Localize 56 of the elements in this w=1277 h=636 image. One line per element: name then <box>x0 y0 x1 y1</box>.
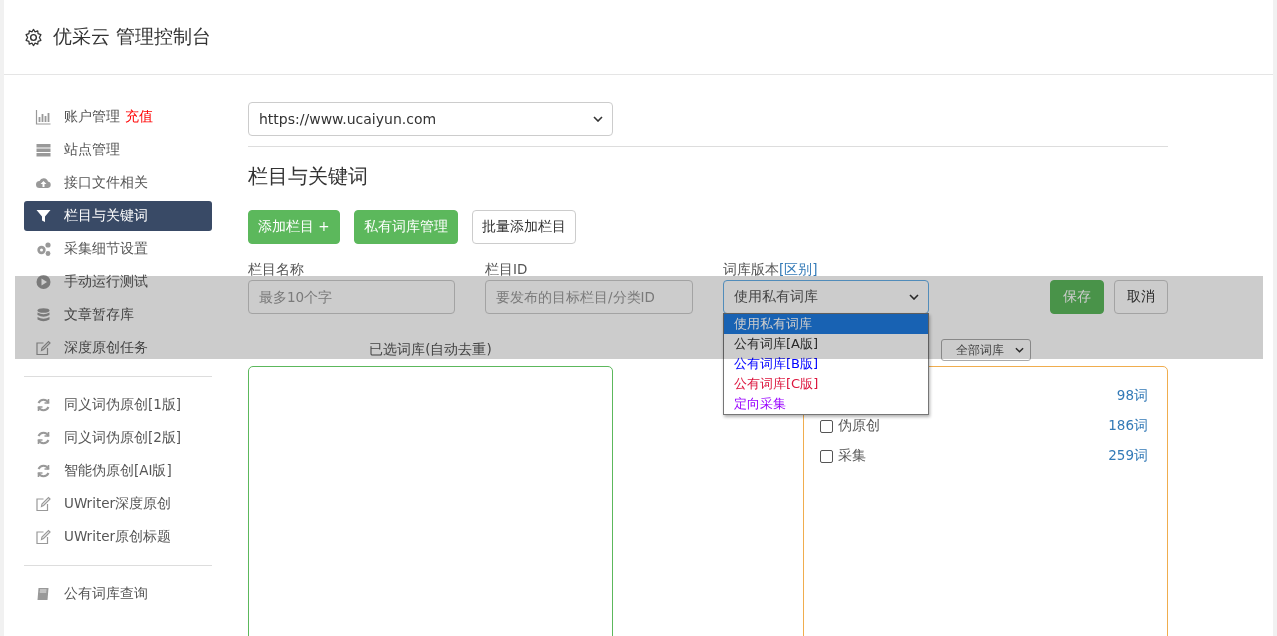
filter-icon <box>35 208 52 224</box>
word-count: 259词 <box>1108 447 1148 465</box>
input-field[interactable]: 要发布的目标栏目/分类ID <box>485 280 693 314</box>
sidebar-item[interactable]: 智能伪原创[AI版] <box>24 456 212 486</box>
edit-icon <box>35 340 52 356</box>
field-label: 栏目名称 <box>248 261 305 277</box>
recharge-link[interactable]: 充值 <box>125 108 153 126</box>
database-icon <box>35 307 52 323</box>
cloud-upload-icon <box>35 175 52 191</box>
sidebar-item[interactable]: 接口文件相关 <box>24 168 212 198</box>
action-button[interactable]: 批量添加栏目 <box>471 210 576 244</box>
sidebar-item[interactable]: 栏目与关键词 <box>24 201 212 231</box>
library-name: 伪原创 <box>838 417 880 435</box>
refresh-icon <box>35 463 52 479</box>
sidebar-item[interactable]: 采集细节设置 <box>24 234 212 264</box>
sidebar-item[interactable]: 同义词伪原创[2版] <box>24 423 212 453</box>
dropdown-option[interactable]: 定向采集 <box>724 394 928 414</box>
chevron-down-icon <box>593 116 603 122</box>
sidebar-item[interactable]: 深度原创任务 <box>24 333 212 363</box>
sidebar-item[interactable]: UWriter深度原创 <box>24 489 212 519</box>
field-label: 词库版本 <box>723 261 779 277</box>
word-count: 98词 <box>1116 387 1148 405</box>
settings-icon <box>24 27 43 47</box>
site-select[interactable]: https://www.ucaiyun.com <box>248 102 613 136</box>
sidebar-item[interactable]: 文章暂存库 <box>24 300 212 330</box>
chevron-down-icon <box>909 294 919 300</box>
app-title: 优采云 管理控制台 <box>53 24 212 49</box>
sidebar-item[interactable]: 手动运行测试 <box>24 267 212 297</box>
dropdown-option[interactable]: 使用私有词库 <box>724 314 928 334</box>
refresh-icon <box>35 397 52 413</box>
field-label: 栏目ID <box>485 261 529 277</box>
checkbox[interactable] <box>820 449 833 463</box>
bar-chart-icon <box>35 109 52 125</box>
sidebar-item[interactable]: 站点管理 <box>24 135 212 165</box>
input-field[interactable]: 最多10个字 <box>248 280 455 314</box>
play-icon <box>35 274 52 290</box>
chevron-down-icon <box>1015 347 1024 353</box>
dropdown-option[interactable]: 公有词库[B版] <box>724 354 928 374</box>
server-icon <box>35 142 52 158</box>
sidebar-item[interactable]: 同义词伪原创[1版] <box>24 390 212 420</box>
edit-icon <box>35 496 52 512</box>
dropdown-option[interactable]: 公有词库[C版] <box>724 374 928 394</box>
sidebar-item[interactable]: UWriter原创标题 <box>24 522 212 552</box>
edit-icon <box>35 529 52 545</box>
word-count: 186词 <box>1108 417 1148 435</box>
dropdown-option[interactable]: 公有词库[A版] <box>724 334 928 354</box>
refresh-icon <box>35 430 52 446</box>
checkbox[interactable] <box>820 419 833 433</box>
sidebar-item[interactable]: 公有词库查询 <box>24 579 212 609</box>
library-filter-select[interactable]: 全部词库 <box>941 339 1031 361</box>
section-title: 栏目与关键词 <box>248 164 369 188</box>
library-name: 采集 <box>838 447 866 465</box>
cancel-button[interactable]: 取消 <box>1114 280 1168 314</box>
difference-link[interactable]: [区别] <box>779 261 818 280</box>
sidebar-item[interactable]: 账户管理 充值 <box>24 102 212 132</box>
panel-title: 已选词库(自动去重) <box>368 340 493 359</box>
